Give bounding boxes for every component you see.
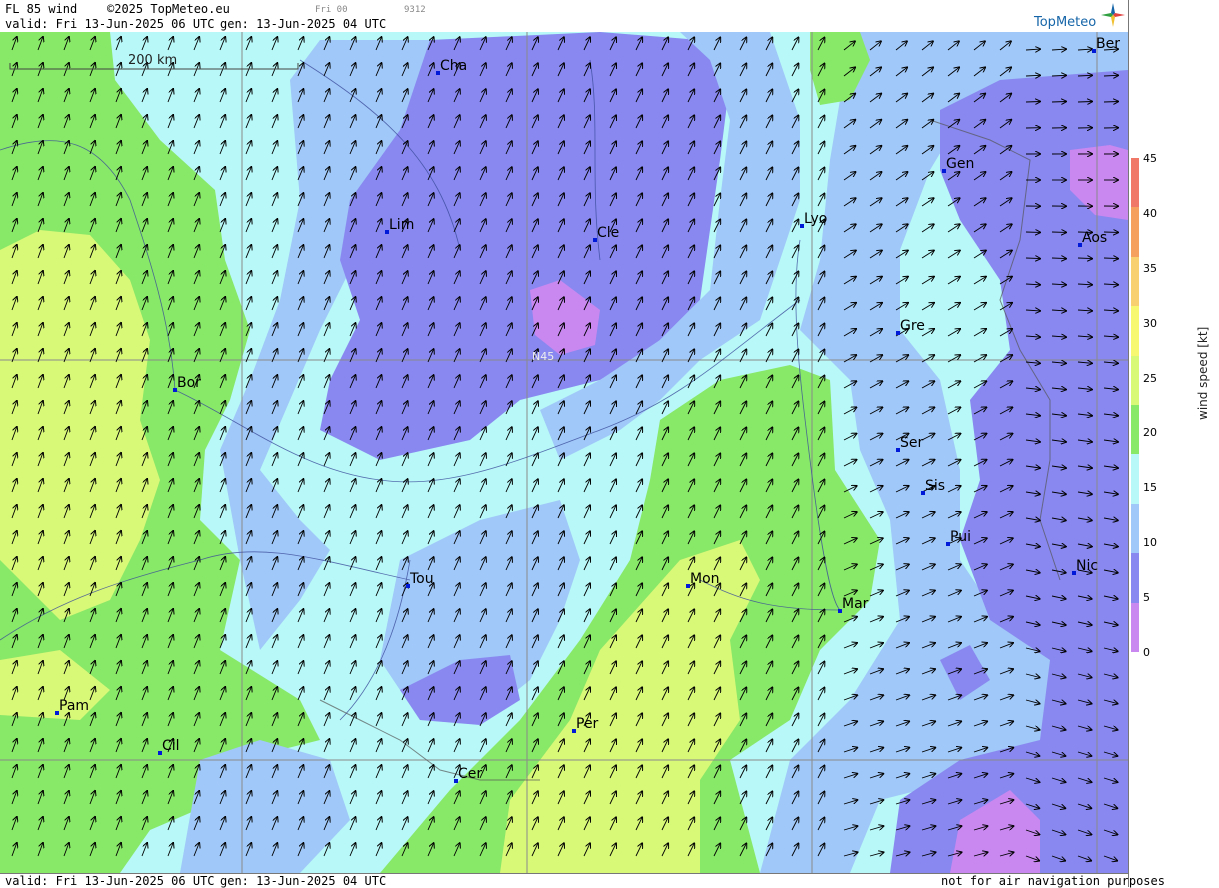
city-label: Ber — [1096, 36, 1120, 52]
footer-gen-time: gen: 13-Jun-2025 04 UTC — [220, 874, 386, 888]
city-label: Cha — [440, 58, 467, 74]
legend-tick-label: 20 — [1143, 426, 1157, 439]
copyright: ©2025 TopMeteo.eu — [107, 2, 230, 16]
topmeteo-logo-icon — [1100, 2, 1126, 28]
city-label: Cle — [597, 225, 619, 241]
city-label: Gen — [946, 156, 974, 172]
topmeteo-logo-text: TopMeteo — [1034, 15, 1096, 30]
city-label: Sis — [925, 478, 945, 494]
legend-tick-label: 30 — [1143, 317, 1157, 330]
city-label: Cer — [458, 766, 482, 782]
legend-color-band — [1131, 454, 1139, 503]
legend-tick-label: 45 — [1143, 152, 1157, 165]
footer-disclaimer: not for air navigation purposes — [941, 874, 1165, 888]
legend-tick-label: 40 — [1143, 207, 1157, 220]
legend-color-band — [1131, 405, 1139, 454]
city-label: Per — [576, 716, 598, 732]
city-label: Lim — [389, 217, 414, 233]
city-label: Pui — [950, 529, 971, 545]
legend-color-band — [1131, 504, 1139, 553]
wind-speed-legend: 454035302520151050 — [1131, 158, 1139, 652]
city-label: Tou — [410, 571, 434, 587]
legend-tick-label: 35 — [1143, 262, 1157, 275]
legend-color-band — [1131, 306, 1139, 355]
legend-color-band — [1131, 356, 1139, 405]
city-label: Mar — [842, 596, 868, 612]
city-label: Nic — [1076, 558, 1098, 574]
legend-tick-label: 10 — [1143, 536, 1157, 549]
gen-time: gen: 13-Jun-2025 04 UTC — [220, 17, 386, 31]
legend-tick-label: 15 — [1143, 481, 1157, 494]
legend-tick-label: 25 — [1143, 372, 1157, 385]
legend-tick-label: 5 — [1143, 591, 1150, 604]
city-label: Gre — [900, 318, 925, 334]
footer-valid-time: valid: Fri 13-Jun-2025 06 UTC — [5, 874, 215, 888]
product-title: FL 85 wind — [5, 2, 77, 16]
legend-title: wind speed [kt] — [1196, 327, 1210, 420]
footer-bar: valid: Fri 13-Jun-2025 06 UTC gen: 13-Ju… — [0, 873, 1128, 888]
scale-label: 200 km — [128, 53, 177, 68]
legend-tick-label: 0 — [1143, 646, 1150, 659]
city-label: Pam — [59, 698, 89, 714]
legend-color-band — [1131, 158, 1139, 207]
code-label: 9312 — [404, 5, 426, 15]
legend-color-band — [1131, 207, 1139, 256]
divider — [1128, 0, 1129, 887]
city-label: Aos — [1082, 230, 1107, 246]
legend-color-band — [1131, 603, 1139, 652]
valid-time: valid: Fri 13-Jun-2025 06 UTC — [5, 17, 215, 31]
city-label: Mon — [690, 571, 720, 587]
legend-color-band — [1131, 553, 1139, 602]
legend-color-band — [1131, 257, 1139, 306]
city-label: Ser — [900, 435, 923, 451]
grid-label-n45: N45 — [532, 350, 554, 363]
city-label: Cil — [162, 738, 180, 754]
city-label: Lyo — [804, 211, 827, 227]
header-bar: FL 85 wind ©2025 TopMeteo.eu Fri 00 9312… — [0, 0, 1128, 33]
run-label: Fri 00 — [315, 5, 348, 15]
city-label: Bor — [177, 375, 201, 391]
